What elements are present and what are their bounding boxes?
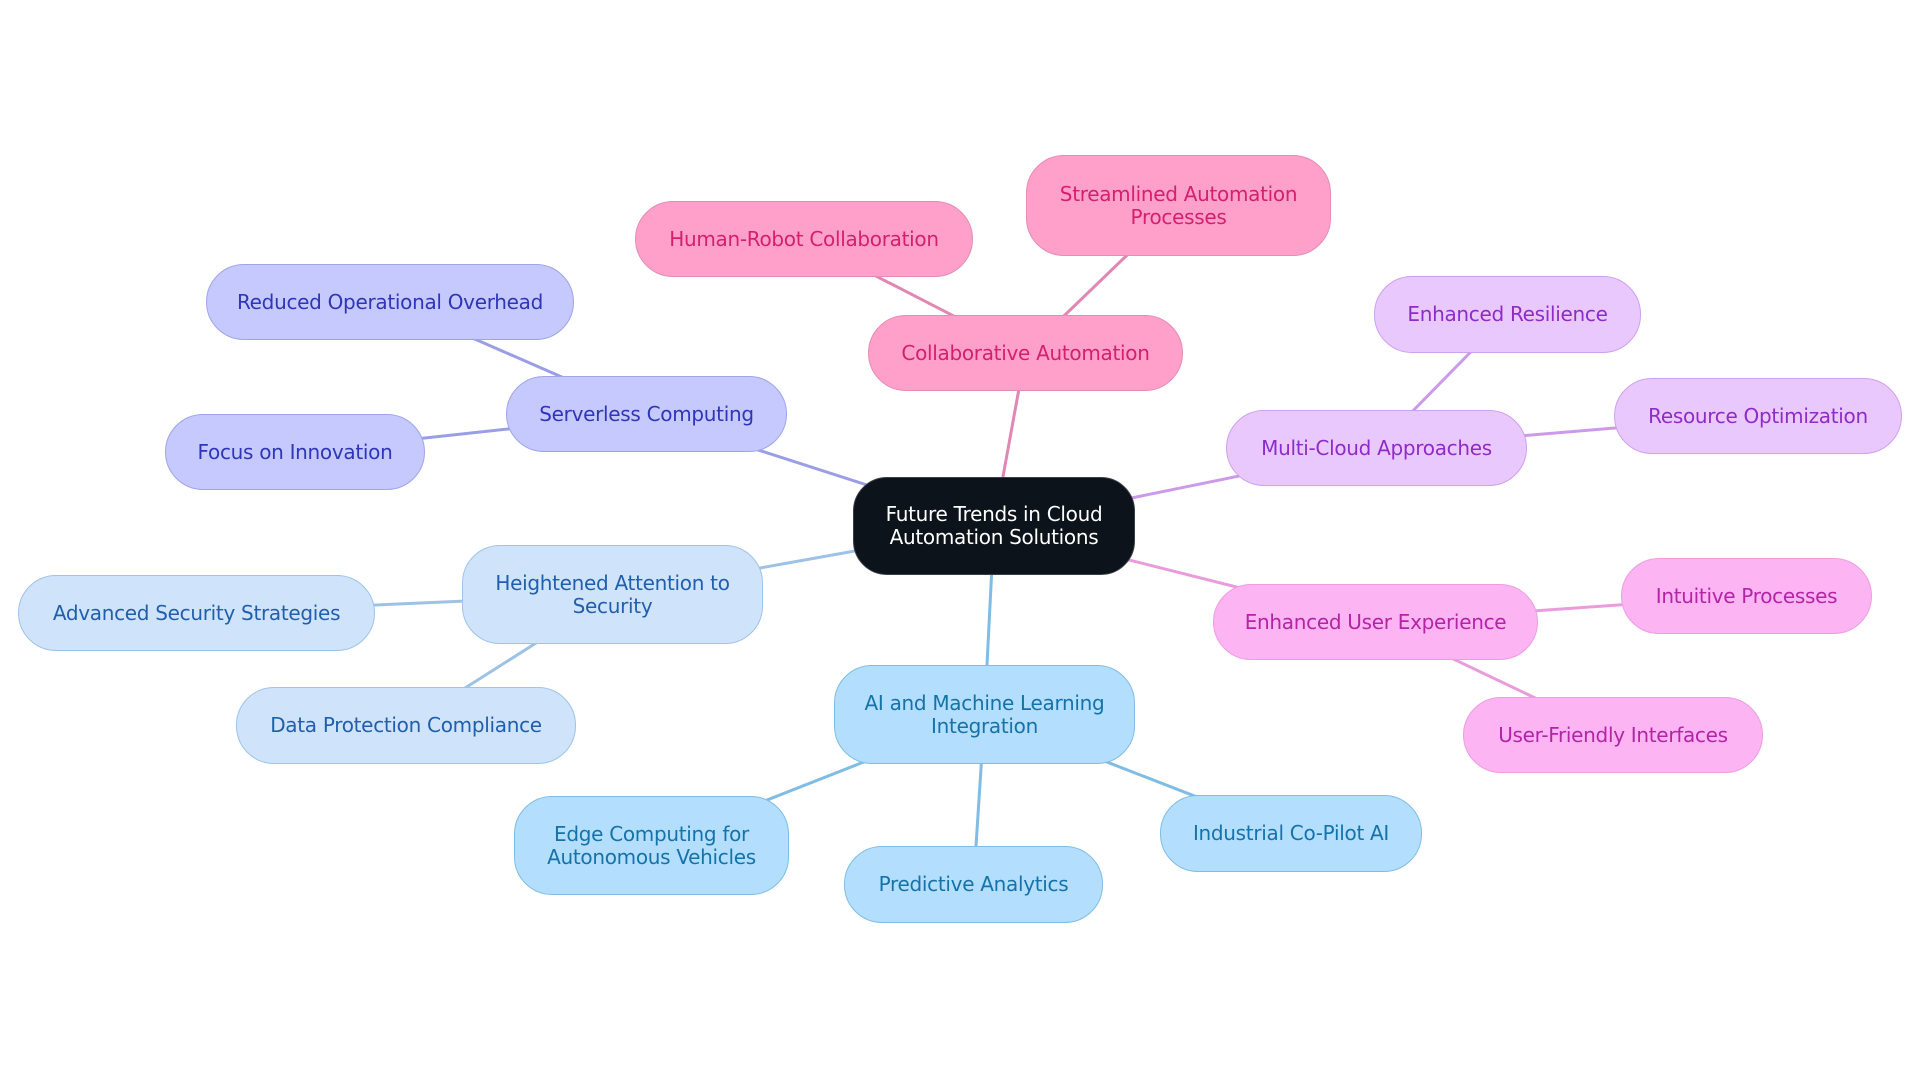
- root-node[interactable]: Future Trends in Cloud Automation Soluti…: [853, 477, 1135, 575]
- leaf-node-intuitive-processes[interactable]: Intuitive Processes: [1621, 558, 1872, 634]
- branch-node-heightened-attention-to-security[interactable]: Heightened Attention to Security: [462, 545, 763, 644]
- branch-node-ai-and-machine-learning-integration[interactable]: AI and Machine Learning Integration: [834, 665, 1135, 764]
- leaf-node-data-protection-compliance[interactable]: Data Protection Compliance: [236, 687, 576, 764]
- leaf-node-streamlined-automation-processes[interactable]: Streamlined Automation Processes: [1026, 155, 1331, 256]
- branch-node-enhanced-user-experience[interactable]: Enhanced User Experience: [1213, 584, 1538, 660]
- leaf-node-enhanced-resilience[interactable]: Enhanced Resilience: [1374, 276, 1641, 353]
- branch-node-serverless-computing[interactable]: Serverless Computing: [506, 376, 787, 452]
- leaf-node-focus-on-innovation[interactable]: Focus on Innovation: [165, 414, 425, 490]
- leaf-node-reduced-operational-overhead[interactable]: Reduced Operational Overhead: [206, 264, 574, 340]
- leaf-node-human-robot-collaboration[interactable]: Human-Robot Collaboration: [635, 201, 973, 277]
- leaf-node-resource-optimization[interactable]: Resource Optimization: [1614, 378, 1902, 454]
- leaf-node-user-friendly-interfaces[interactable]: User-Friendly Interfaces: [1463, 697, 1763, 773]
- leaf-node-industrial-co-pilot-ai[interactable]: Industrial Co-Pilot AI: [1160, 795, 1422, 872]
- leaf-node-advanced-security-strategies[interactable]: Advanced Security Strategies: [18, 575, 375, 651]
- leaf-node-predictive-analytics[interactable]: Predictive Analytics: [844, 846, 1103, 923]
- branch-node-multi-cloud-approaches[interactable]: Multi-Cloud Approaches: [1226, 410, 1527, 486]
- leaf-node-edge-computing-for-autonomous-vehicles[interactable]: Edge Computing for Autonomous Vehicles: [514, 796, 789, 895]
- branch-node-collaborative-automation[interactable]: Collaborative Automation: [868, 315, 1183, 391]
